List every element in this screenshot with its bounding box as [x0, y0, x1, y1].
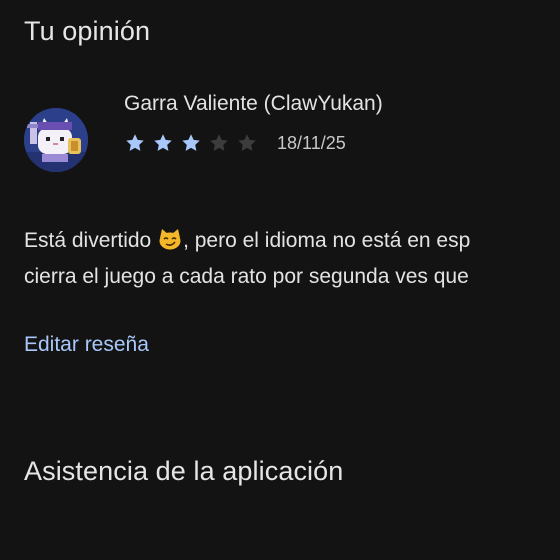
review-text-line-1: Está divertido , pero el idioma no está … [24, 228, 470, 253]
star-icon-empty [210, 134, 228, 151]
avatar-cat-knight-icon [24, 108, 88, 172]
edit-review-link[interactable]: Editar reseña [24, 333, 149, 357]
section-title-app-support[interactable]: Asistencia de la aplicación [24, 456, 343, 487]
smirking-cat-emoji [159, 229, 181, 250]
star-icon-filled [182, 134, 200, 151]
review-author-name: Garra Valiente (ClawYukan) [124, 92, 383, 115]
star-rating: 18/11/25 [124, 130, 346, 156]
app-page: Tu opinión Garra Valiente (ClawYukan) 18… [0, 0, 560, 560]
review-text-start: Está divertido [24, 229, 152, 252]
star-icon-filled [154, 134, 172, 151]
user-avatar [24, 108, 88, 172]
review-text-line-2: cierra el juego a cada rato por segunda … [24, 265, 469, 288]
review-text-continuation: , pero el idioma no está en esp [183, 229, 471, 252]
star-icon-empty [238, 134, 256, 151]
star-icon-filled [126, 134, 144, 151]
section-title-your-opinion: Tu opinión [24, 16, 151, 46]
review-date: 18/11/25 [277, 132, 346, 153]
